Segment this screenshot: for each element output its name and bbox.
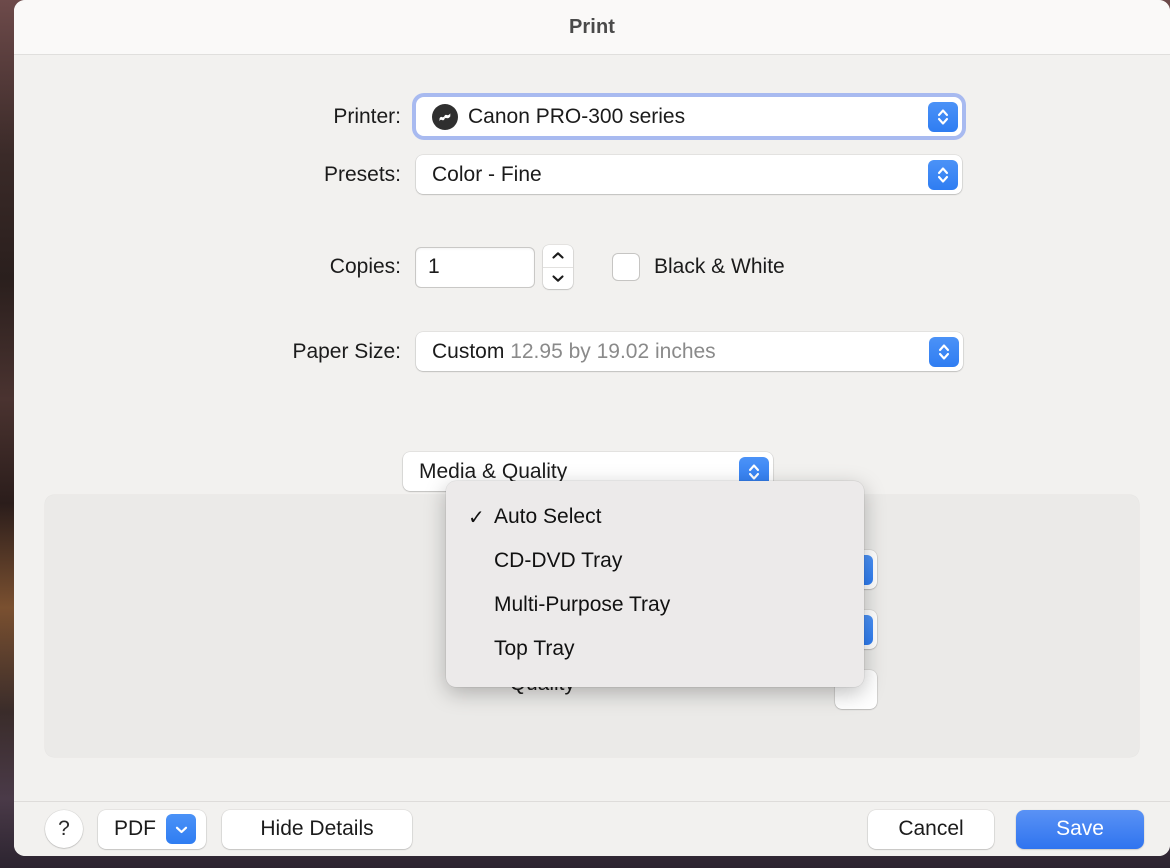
- footer-bar: ? PDF Hide Details Cancel Save: [14, 802, 1170, 856]
- dialog-titlebar: Print: [14, 0, 1170, 55]
- menu-item-top-tray[interactable]: Top Tray: [446, 627, 864, 671]
- copies-stepper-up[interactable]: [543, 245, 573, 268]
- checkmark-icon: ✓: [468, 506, 485, 529]
- copies-label: Copies:: [329, 255, 401, 278]
- chevron-down-icon: [552, 275, 564, 282]
- menu-item-multi-purpose-tray[interactable]: Multi-Purpose Tray: [446, 583, 864, 627]
- menu-item-label: CD-DVD Tray: [494, 549, 623, 572]
- help-button[interactable]: ?: [45, 810, 83, 848]
- copies-row: Copies: 1 Black & White: [14, 245, 1170, 289]
- dialog-body: Printer: Canon PRO-300 series Presets: C…: [14, 55, 1170, 856]
- hide-details-button[interactable]: Hide Details: [222, 809, 412, 849]
- black-and-white-checkbox[interactable]: [613, 254, 639, 280]
- cancel-button[interactable]: Cancel: [868, 809, 994, 849]
- feed-from-menu[interactable]: ✓ Auto Select CD-DVD Tray Multi-Purpose …: [446, 481, 864, 687]
- printer-popup-button[interactable]: Canon PRO-300 series: [416, 97, 962, 136]
- chevron-updown-icon[interactable]: [928, 159, 958, 190]
- paper-size-label: Paper Size:: [292, 339, 401, 363]
- save-button[interactable]: Save: [1016, 809, 1144, 849]
- menu-item-auto-select[interactable]: ✓ Auto Select: [446, 495, 864, 539]
- printer-status-icon: [432, 103, 458, 130]
- copies-stepper[interactable]: [543, 245, 573, 289]
- pane-selector-value: Media & Quality: [419, 459, 568, 483]
- presets-row: Presets: Color - Fine: [14, 155, 1170, 194]
- paper-size-detail: 12.95 by 19.02 inches: [504, 339, 716, 363]
- chevron-down-icon[interactable]: [166, 814, 196, 844]
- pdf-button[interactable]: PDF: [98, 809, 206, 849]
- paper-size-value: Custom: [432, 339, 505, 363]
- printer-row: Printer: Canon PRO-300 series: [14, 97, 1170, 136]
- paper-size-row: Paper Size: Custom 12.95 by 19.02 inches: [14, 332, 1170, 371]
- chevron-updown-icon[interactable]: [928, 101, 958, 132]
- menu-item-label: Multi-Purpose Tray: [494, 593, 671, 616]
- copies-stepper-down[interactable]: [543, 268, 573, 290]
- menu-item-label: Top Tray: [494, 637, 575, 660]
- menu-item-label: Auto Select: [494, 505, 602, 528]
- page-title: Print: [568, 15, 616, 38]
- black-and-white-label: Black & White: [654, 255, 785, 278]
- menu-item-cd-dvd-tray[interactable]: CD-DVD Tray: [446, 539, 864, 583]
- printer-label: Printer:: [333, 104, 401, 128]
- pdf-button-label: PDF: [114, 817, 156, 840]
- chevron-updown-icon[interactable]: [929, 336, 959, 367]
- presets-value: Color - Fine: [432, 162, 542, 186]
- presets-popup-button[interactable]: Color - Fine: [416, 155, 962, 194]
- print-dialog: Print Printer: Canon PRO-300 series Pres…: [14, 0, 1170, 856]
- printer-value: Canon PRO-300 series: [468, 104, 686, 128]
- chevron-up-icon: [552, 252, 564, 259]
- paper-size-popup-button[interactable]: Custom 12.95 by 19.02 inches: [416, 332, 963, 371]
- presets-label: Presets:: [323, 162, 401, 186]
- copies-input[interactable]: 1: [416, 247, 534, 287]
